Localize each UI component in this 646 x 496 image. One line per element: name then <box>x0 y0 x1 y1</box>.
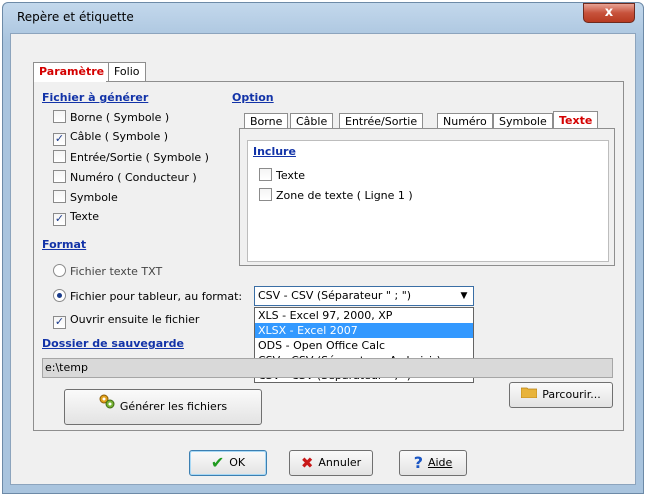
checkbox-label: Texte <box>276 169 306 182</box>
checkbox-box[interactable] <box>259 188 272 201</box>
generer-button[interactable]: Générer les fichiers <box>64 389 262 425</box>
format-section-title: Format <box>42 238 87 251</box>
annuler-label: Annuler <box>318 456 362 469</box>
dropdown-option-xlsx[interactable]: XLSX - Excel 2007 <box>255 323 473 338</box>
checkbox-symbole[interactable]: Symbole <box>53 190 209 206</box>
checkbox-box-checked[interactable]: ✓ <box>53 133 66 146</box>
aide-button[interactable]: ? Aide <box>399 450 467 476</box>
tab-label: Borne <box>250 115 283 128</box>
checkbox-entree-sortie[interactable]: Entrée/Sortie ( Symbole ) <box>53 150 209 166</box>
dossier-section-title: Dossier de sauvegarde <box>42 337 184 350</box>
checkbox-ouvrir[interactable]: ✓ Ouvrir ensuite le fichier <box>53 313 199 329</box>
fichier-checklist: Borne ( Symbole ) ✓ Câble ( Symbole ) Ent… <box>53 110 209 226</box>
checkbox-label: Zone de texte ( Ligne 1 ) <box>276 189 413 202</box>
tab-label: Paramètre <box>39 65 105 78</box>
checkbox-label: Ouvrir ensuite le fichier <box>70 313 200 326</box>
checkbox-inclure-texte[interactable]: Texte <box>259 168 305 184</box>
checkbox-box[interactable] <box>53 170 66 183</box>
check-icon: ✔ <box>210 453 225 472</box>
checkbox-box-checked[interactable]: ✓ <box>53 213 66 226</box>
parcourir-label: Parcourir... <box>542 388 601 401</box>
parcourir-button[interactable]: Parcourir... <box>509 382 613 408</box>
checkbox-cable[interactable]: ✓ Câble ( Symbole ) <box>53 130 209 146</box>
radio-button[interactable] <box>53 264 66 277</box>
annuler-button[interactable]: ✖ Annuler <box>289 450 373 476</box>
checkbox-box-checked[interactable]: ✓ <box>53 316 66 329</box>
checkbox-box[interactable] <box>53 110 66 123</box>
tab-parametre[interactable]: Paramètre <box>33 62 111 82</box>
ok-label: OK <box>229 456 246 469</box>
radio-fichier-tableur[interactable]: Fichier pour tableur, au format: <box>53 289 242 305</box>
checkbox-texte[interactable]: ✓ Texte <box>53 210 209 226</box>
save-folder-field[interactable]: e:\temp <box>42 358 613 378</box>
checkbox-label: Texte <box>70 210 100 223</box>
radio-button-selected[interactable] <box>53 289 66 302</box>
checkbox-label: Câble ( Symbole ) <box>70 130 169 143</box>
format-select[interactable]: CSV - CSV (Séparateur " ; ") ▼ <box>254 286 474 306</box>
active-tab-joint <box>34 80 106 82</box>
folder-icon <box>520 383 538 407</box>
inclure-title: Inclure <box>253 145 296 158</box>
option-section-title: Option <box>232 91 274 104</box>
close-icon: x <box>604 5 614 20</box>
title-bar[interactable]: Repère et étiquette x <box>3 3 643 33</box>
question-icon: ? <box>413 453 423 472</box>
radio-fichier-txt[interactable]: Fichier texte TXT <box>53 264 162 280</box>
tab-label: Numéro <box>443 115 487 128</box>
radio-label: Fichier pour tableur, au format: <box>70 290 243 303</box>
tab-label: Symbole <box>499 115 547 128</box>
checkbox-box[interactable] <box>259 168 272 181</box>
fichier-section-title: Fichier à générer <box>42 91 149 104</box>
generer-label: Générer les fichiers <box>119 400 228 413</box>
checkbox-label: Symbole <box>70 191 118 204</box>
x-icon: ✖ <box>300 454 314 472</box>
checkbox-box[interactable] <box>53 150 66 163</box>
tab-folio[interactable]: Folio <box>108 62 146 82</box>
tab-label: Entrée/Sortie <box>345 115 418 128</box>
tab-label: Texte <box>559 114 593 127</box>
radio-label: Fichier texte TXT <box>70 265 163 278</box>
window-title: Repère et étiquette <box>17 10 134 24</box>
format-select-value: CSV - CSV (Séparateur " ; ") <box>258 289 412 302</box>
dropdown-option-ods[interactable]: ODS - Open Office Calc <box>255 338 473 353</box>
checkbox-zone-texte[interactable]: Zone de texte ( Ligne 1 ) <box>259 188 413 204</box>
tab-label: Câble <box>296 115 328 128</box>
ok-button[interactable]: ✔ OK <box>189 450 267 476</box>
checkbox-label: Numéro ( Conducteur ) <box>70 171 197 184</box>
dropdown-arrow-icon[interactable]: ▼ <box>458 287 470 305</box>
aide-label: Aide <box>427 456 453 469</box>
dropdown-option-xls[interactable]: XLS - Excel 97, 2000, XP <box>255 308 473 323</box>
checkbox-label: Entrée/Sortie ( Symbole ) <box>70 151 209 164</box>
inclure-group: Inclure Texte Zone de texte ( Ligne 1 ) <box>247 140 609 262</box>
checkbox-box[interactable] <box>53 190 66 203</box>
checkbox-label: Borne ( Symbole ) <box>70 111 170 124</box>
close-button[interactable]: x <box>583 3 635 23</box>
tab-label: Folio <box>114 65 140 78</box>
checkbox-borne[interactable]: Borne ( Symbole ) <box>53 110 209 126</box>
generate-icon <box>99 390 115 424</box>
checkbox-numero[interactable]: Numéro ( Conducteur ) <box>53 170 209 186</box>
